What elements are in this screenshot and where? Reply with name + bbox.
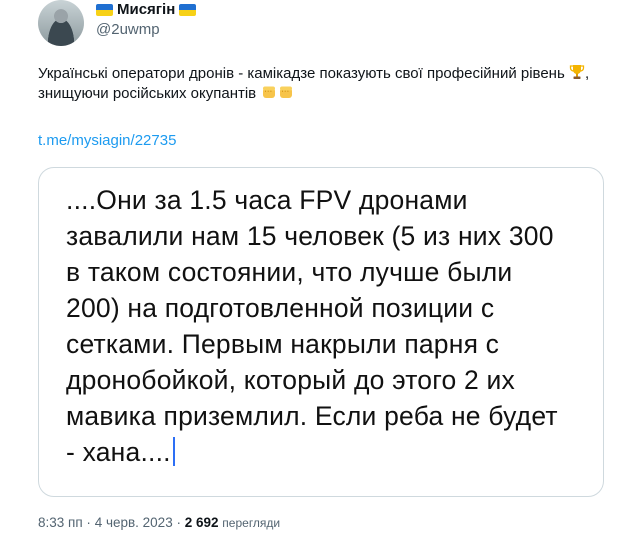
views-label: перегляди xyxy=(222,516,281,530)
meta-separator: · xyxy=(176,515,181,530)
media-text-content: ....Они за 1.5 часа FPV дронами завалили… xyxy=(66,185,558,467)
media-text: ....Они за 1.5 часа FPV дронами завалили… xyxy=(66,182,596,470)
author-handle[interactable]: @2uwmp xyxy=(96,21,196,38)
media-image[interactable]: ....Они за 1.5 часа FPV дронами завалили… xyxy=(38,167,604,497)
trophy-icon xyxy=(569,65,585,79)
meta-separator: · xyxy=(86,515,91,530)
tweet-meta: 8:33 пп · 4 черв. 2023 · 2 692 перегляди xyxy=(38,515,280,530)
tweet-text: Українські оператори дронів - камікадзе … xyxy=(38,64,608,104)
author-info[interactable]: Мисягін @2uwmp xyxy=(96,1,197,38)
ukraine-flag-icon xyxy=(96,3,113,16)
tweet-time[interactable]: 8:33 пп xyxy=(38,515,83,530)
views-count: 2 692 xyxy=(184,515,219,530)
fist-icon xyxy=(263,86,276,98)
fist-icon xyxy=(280,86,293,98)
telegram-link[interactable]: t.me/mysiagin/22735 xyxy=(38,132,176,149)
tweet-text-part1: Українські оператори дронів - камікадзе … xyxy=(38,65,565,82)
tweet-date[interactable]: 4 черв. 2023 xyxy=(95,515,173,530)
author-display-name[interactable]: Мисягін xyxy=(96,1,197,18)
avatar[interactable] xyxy=(38,0,84,46)
ukraine-flag-icon xyxy=(179,3,197,16)
display-name-text[interactable]: Мисягін xyxy=(117,1,175,18)
text-cursor xyxy=(172,437,175,466)
